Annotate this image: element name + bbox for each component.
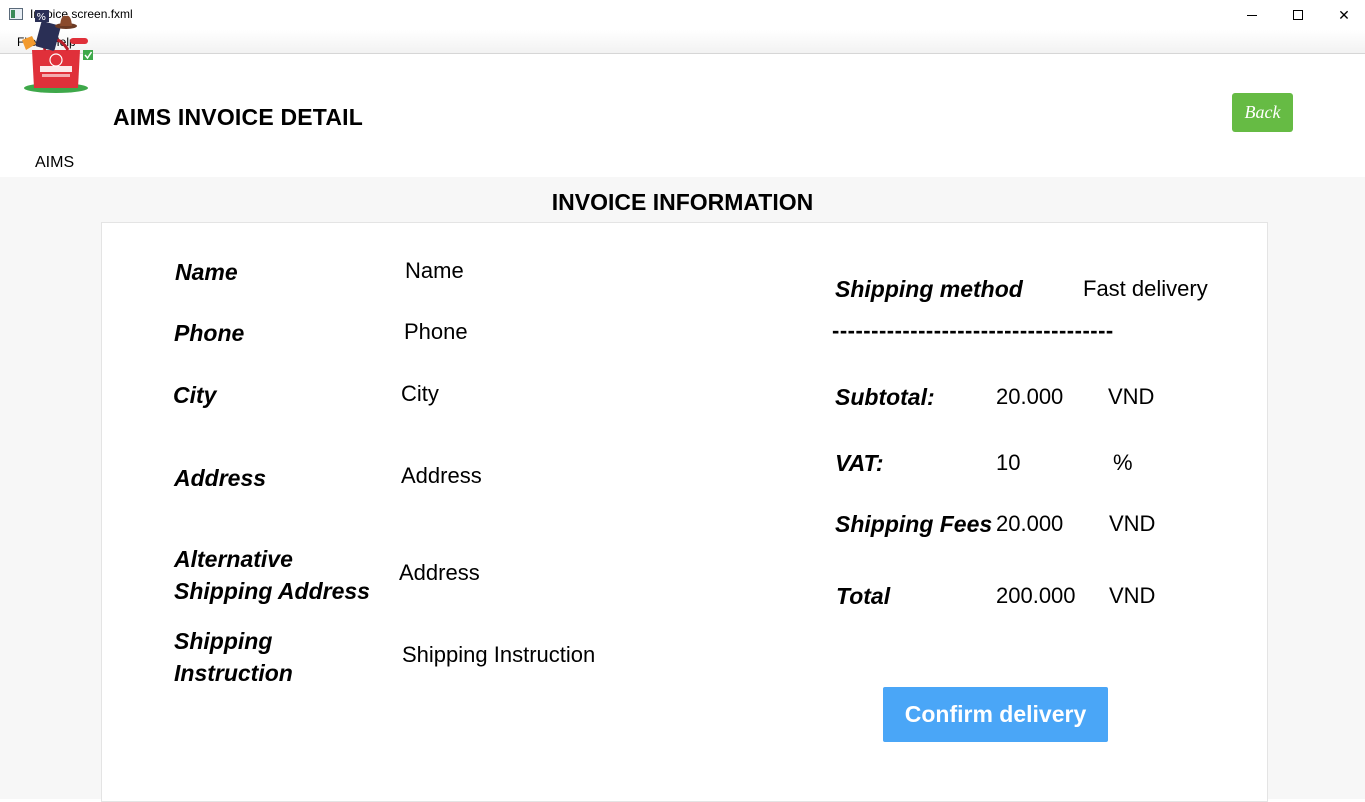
section-title: INVOICE INFORMATION [551, 189, 814, 215]
phone-value: Phone [404, 319, 468, 344]
shipping-method-label: Shipping method [835, 276, 1023, 302]
shipping-method-value: Fast delivery [1083, 276, 1208, 301]
shipping-fees-label: Shipping Fees [835, 511, 993, 537]
city-label: City [173, 382, 217, 408]
vat-label: VAT: [835, 450, 884, 476]
total-label: Total [836, 583, 891, 609]
summary-divider: ------------------------------------ [832, 318, 1114, 343]
close-icon: ✕ [1338, 6, 1350, 23]
address-value: Address [401, 463, 482, 488]
name-value: Name [405, 258, 464, 283]
instruction-label-line1: Shipping [174, 628, 273, 654]
phone-label: Phone [174, 320, 245, 346]
vat-unit: % [1113, 450, 1133, 475]
vat-value: 10 [996, 450, 1021, 475]
alt-address-label-line1: Alternative [174, 546, 293, 572]
shopping-bag-logo-icon: % [22, 10, 93, 93]
address-label: Address [174, 465, 267, 491]
menu-bar: File Help [0, 30, 1365, 54]
confirm-delivery-button[interactable]: Confirm delivery [883, 687, 1108, 742]
name-label: Name [175, 259, 238, 285]
subtotal-label: Subtotal: [835, 384, 935, 410]
minimize-button[interactable] [1229, 0, 1275, 30]
window-titlebar: Invoice screen.fxml ✕ [0, 0, 1365, 30]
alt-address-value: Address [399, 560, 480, 585]
shipping-fees-value: 20.000 [996, 511, 1064, 536]
svg-text:%: % [37, 12, 47, 23]
total-value: 200.000 [996, 583, 1076, 608]
total-unit: VND [1109, 583, 1156, 608]
instruction-label-line2: Instruction [174, 660, 293, 686]
logo-text: AIMS [35, 154, 75, 171]
page-title: AIMS INVOICE DETAIL [113, 104, 363, 130]
instruction-value: Shipping Instruction [402, 642, 596, 667]
back-button[interactable]: Back [1232, 93, 1293, 132]
minimize-icon [1247, 14, 1257, 16]
maximize-icon [1293, 10, 1303, 20]
maximize-button[interactable] [1275, 0, 1321, 30]
subtotal-unit: VND [1108, 384, 1155, 409]
alt-address-label-line2: Shipping Address [174, 578, 370, 604]
close-button[interactable]: ✕ [1321, 0, 1365, 30]
shipping-fees-unit: VND [1109, 511, 1156, 536]
subtotal-value: 20.000 [996, 384, 1064, 409]
city-value: City [401, 381, 439, 406]
